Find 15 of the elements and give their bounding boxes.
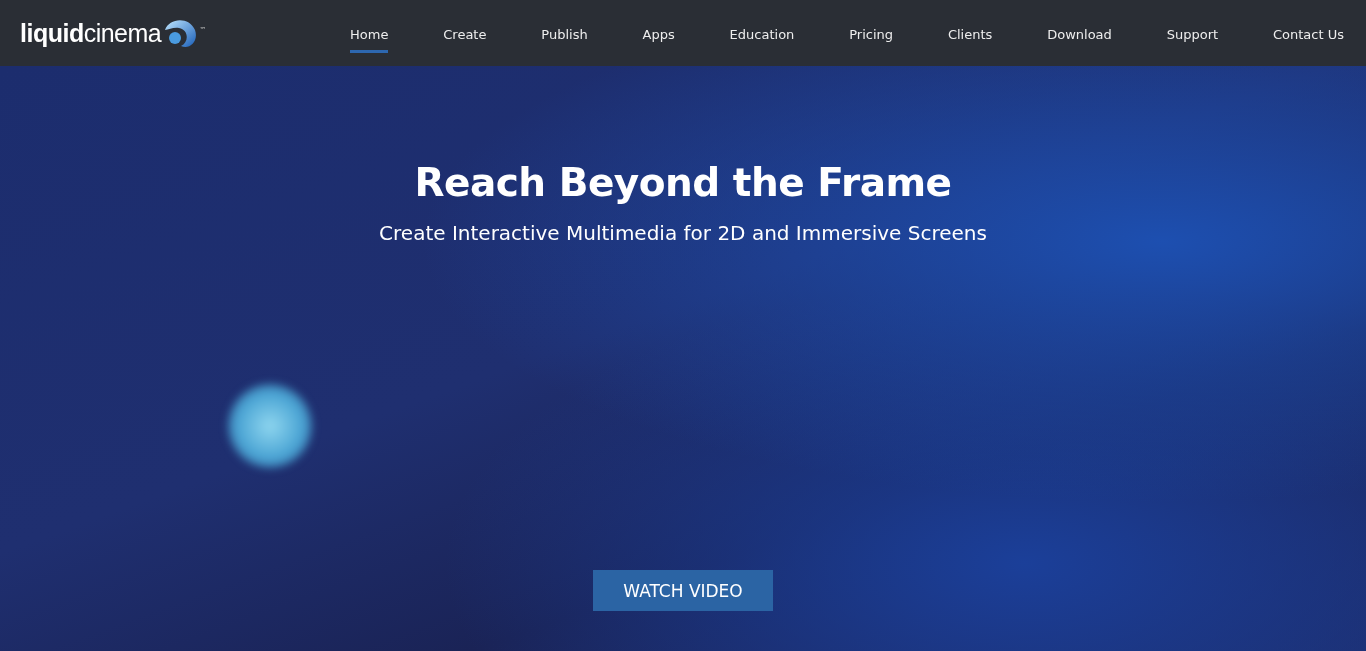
hero-subtitle: Create Interactive Multimedia for 2D and Immersive Screens: [379, 221, 987, 245]
nav-link[interactable]: Clients: [947, 19, 993, 53]
nav-link[interactable]: Pricing: [849, 19, 894, 53]
logo-text[interactable]: liquidcinema: [20, 18, 162, 48]
watch-video-button[interactable]: WATCH VIDEO: [593, 570, 773, 611]
hero-title: Reach Beyond the Frame: [414, 160, 952, 205]
nav-link[interactable]: Support: [1166, 19, 1219, 53]
nav-link[interactable]: Publish: [541, 19, 588, 53]
nav-link[interactable]: Education: [729, 19, 795, 53]
glow-orb-icon: [228, 384, 312, 468]
nav-link[interactable]: Create: [443, 19, 487, 53]
nav-link[interactable]: Home: [350, 19, 389, 53]
nav-link[interactable]: Apps: [642, 19, 675, 53]
nav-link[interactable]: Contact Us: [1273, 19, 1344, 53]
nav-link[interactable]: Download: [1047, 19, 1112, 53]
